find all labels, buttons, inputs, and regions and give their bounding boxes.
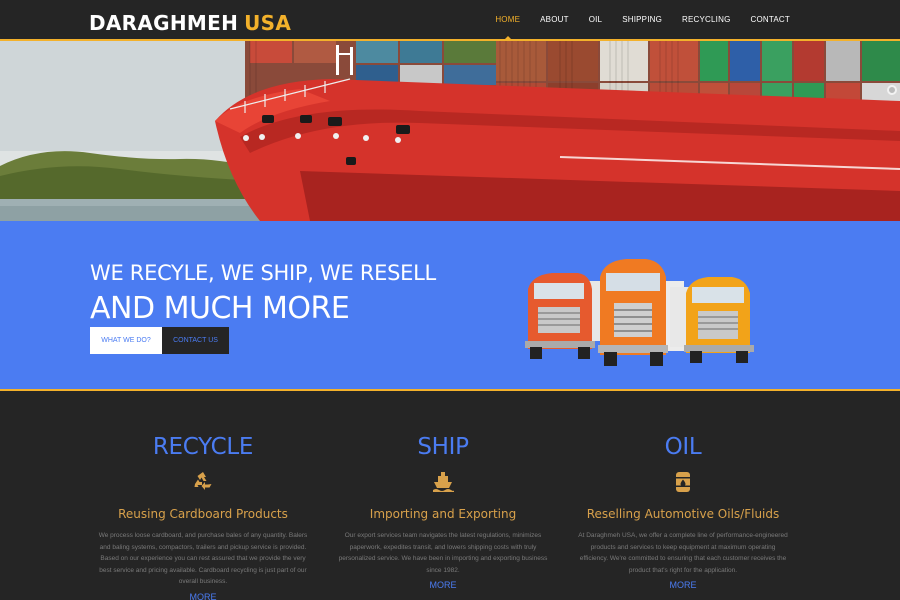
oil-more-link[interactable]: MORE xyxy=(573,580,793,590)
service-title: OIL xyxy=(664,434,702,460)
service-title: SHIP xyxy=(417,434,469,460)
service-subtitle: Reselling Automotive Oils/Fluids xyxy=(586,507,780,521)
what-we-do-button[interactable]: WHAT WE DO? xyxy=(90,327,162,354)
ship-more-link[interactable]: MORE xyxy=(333,580,553,590)
hero-image-ship xyxy=(0,41,900,221)
service-description: We process loose cardboard, and purchase… xyxy=(98,532,308,585)
scroll-indicator[interactable] xyxy=(887,85,897,95)
nav-about[interactable]: ABOUT xyxy=(530,0,579,40)
nav-shipping[interactable]: SHIPPING xyxy=(612,0,672,40)
service-subtitle: Importing and Exporting xyxy=(369,507,517,521)
service-oil: OIL Reselling Automotive Oils/Fluids At … xyxy=(573,393,793,590)
service-recycle: RECYCLE Reusing Cardboard Products We pr… xyxy=(93,393,313,600)
site-header: DARAGHMEH USA HOME ABOUT OIL SHIPPING REC… xyxy=(0,0,900,41)
ship-icon xyxy=(433,472,454,492)
banner-subheadline: AND MUCH MORE xyxy=(90,291,350,326)
service-description: Our export services team navigates the l… xyxy=(338,532,548,574)
recycle-icon xyxy=(194,472,212,490)
nav-recycling[interactable]: RECYCLING xyxy=(672,0,740,40)
service-title: RECYCLE xyxy=(152,434,254,460)
nav-contact[interactable]: CONTACT xyxy=(741,0,800,40)
main-nav: HOME ABOUT OIL SHIPPING RECYCLING CONTAC… xyxy=(485,0,800,41)
site-logo[interactable]: DARAGHMEH USA xyxy=(89,11,291,35)
services-section: RECYCLE Reusing Cardboard Products We pr… xyxy=(0,393,900,600)
oil-barrel-icon xyxy=(676,472,690,492)
nav-oil[interactable]: OIL xyxy=(579,0,613,40)
logo-main-text: DARAGHMEH xyxy=(89,11,239,35)
nav-home[interactable]: HOME xyxy=(485,0,530,41)
hero-banner: WE RECYLE, WE SHIP, WE RESELL AND MUCH M… xyxy=(0,221,900,391)
banner-headline: WE RECYLE, WE SHIP, WE RESELL xyxy=(90,261,436,285)
trucks-illustration xyxy=(525,259,754,366)
service-ship: SHIP Importing and Exporting Our export … xyxy=(333,393,553,590)
contact-us-button[interactable]: CONTACT US xyxy=(162,327,229,354)
logo-accent-text: USA xyxy=(244,11,292,35)
service-description: At Daraghmeh USA, we offer a complete li… xyxy=(578,532,788,574)
service-subtitle: Reusing Cardboard Products xyxy=(118,507,288,521)
cargo-ship-illustration xyxy=(0,41,900,221)
recycle-more-link[interactable]: MORE xyxy=(93,592,313,600)
